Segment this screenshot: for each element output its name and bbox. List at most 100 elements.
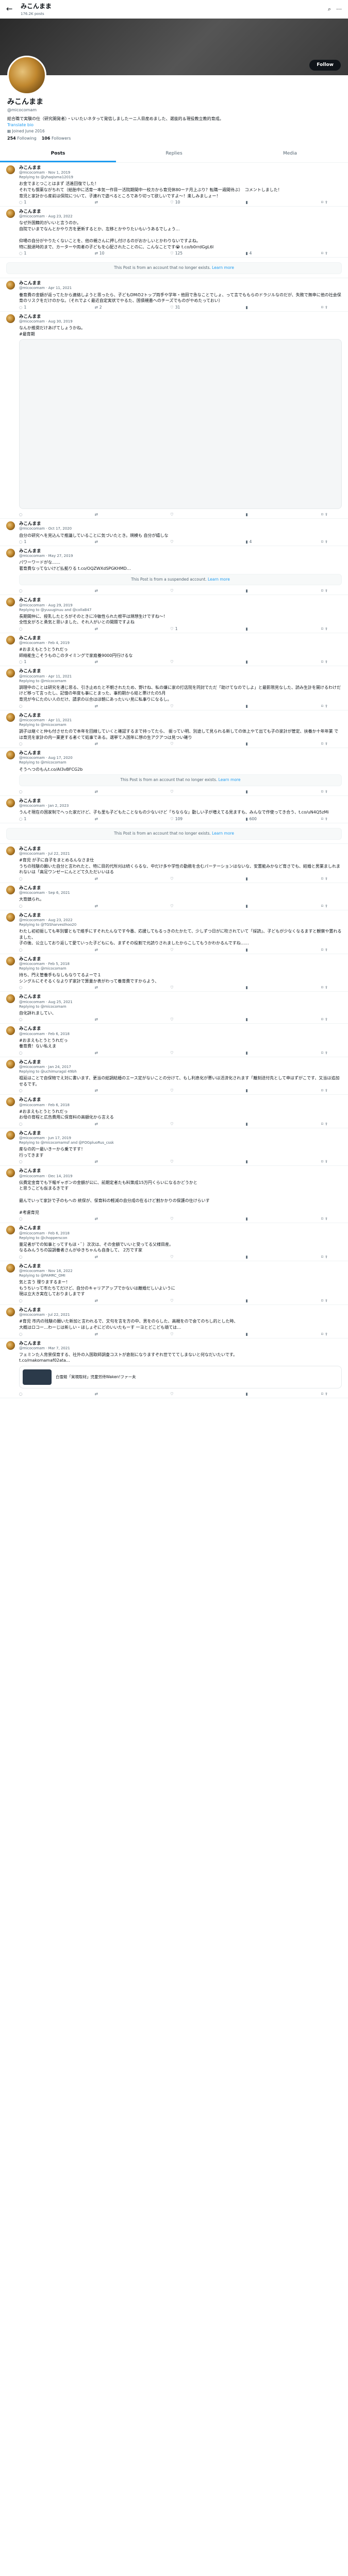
share-action[interactable]: ⌑ ⇪	[321, 1298, 337, 1303]
tweet-avatar[interactable]	[6, 521, 15, 531]
share-action[interactable]: ⌑ ⇪	[321, 704, 337, 708]
like-action[interactable]: ♡	[170, 947, 186, 952]
like-action[interactable]: ♡	[170, 1017, 186, 1022]
like-action[interactable]: ♡	[170, 1392, 186, 1396]
views-action[interactable]: ▮	[246, 588, 261, 593]
tweet-avatar[interactable]	[6, 598, 15, 607]
learn-more-link[interactable]: Learn more	[212, 265, 234, 270]
replying-to[interactable]: Replying to @chopperscon	[19, 1236, 342, 1241]
tweet[interactable]: みこんまま @micocomam · Jan 24, 2017 Replying t…	[0, 1057, 348, 1095]
tweet-avatar[interactable]	[6, 846, 15, 855]
tweet-author-name[interactable]: みこんまま	[19, 636, 342, 641]
views-action[interactable]: ▮ 4	[246, 539, 261, 544]
tweet-avatar[interactable]	[6, 1341, 15, 1350]
reply-action[interactable]: ◌	[19, 1050, 35, 1055]
tweet[interactable]: みこんまま @micocomam · Feb 6, 2018 #おまえもとうとうれだ…	[0, 1095, 348, 1128]
views-action[interactable]: ▮ 600	[246, 817, 261, 821]
share-action[interactable]: ⌑ ⇪	[321, 1088, 337, 1093]
views-action[interactable]: ▮	[246, 1159, 261, 1164]
tweet-author-name[interactable]: みこんまま	[19, 1226, 342, 1231]
tweet[interactable]: みこんまま @micocomam · Aug 23, 2022 なぜ外国籍的がいいと…	[0, 207, 348, 258]
like-action[interactable]: ♡	[170, 904, 186, 908]
tweet[interactable]: みこんまま @micocomam · Feb 6, 2018 Replying to…	[0, 1223, 348, 1261]
share-action[interactable]: ⌑ ⇪	[321, 1050, 337, 1055]
retweet-action[interactable]: ⇄	[95, 1392, 110, 1396]
more-icon[interactable]: ⋯	[336, 5, 342, 13]
tweet-avatar[interactable]	[6, 165, 15, 174]
share-action[interactable]: ⌑ ⇪	[321, 539, 337, 544]
retweet-action[interactable]: ⇄	[95, 659, 110, 664]
tweet[interactable]: みこんまま @micocomam · Dec 14, 2019 伝費定金育でも下報ギ…	[0, 1166, 348, 1224]
profile-avatar[interactable]	[7, 56, 46, 95]
share-action[interactable]: ⌑ ⇪	[321, 1255, 337, 1259]
like-action[interactable]: ♡	[170, 1255, 186, 1259]
reply-action[interactable]: ◌	[19, 588, 35, 593]
retweet-action[interactable]: ⇄	[95, 588, 110, 593]
tweet-author-name[interactable]: みこんまま	[19, 1060, 342, 1065]
views-action[interactable]: ▮	[246, 741, 261, 746]
views-action[interactable]: ▮	[246, 1332, 261, 1336]
tweet-author-name[interactable]: みこんまま	[19, 913, 342, 918]
tweet[interactable]: みこんまま @micocomam · Feb 5, 2018 Replying to…	[0, 954, 348, 992]
reply-action[interactable]: ◌	[19, 789, 35, 794]
retweet-action[interactable]: ⇄	[95, 539, 110, 544]
tweet-author-name[interactable]: みこんまま	[19, 314, 342, 319]
tweet-avatar[interactable]	[6, 1059, 15, 1069]
retweet-action[interactable]: ⇄	[95, 704, 110, 708]
views-action[interactable]: ▮	[246, 789, 261, 794]
tweet-avatar[interactable]	[6, 669, 15, 678]
retweet-action[interactable]: ⇄	[95, 1050, 110, 1055]
replying-to[interactable]: Replying to @uchimuragsl 49bh	[19, 1070, 342, 1074]
reply-action[interactable]: ◌	[19, 704, 35, 708]
tweet-author-name[interactable]: みこんまま	[19, 799, 342, 804]
retweet-action[interactable]: ⇄	[95, 789, 110, 794]
tweet-author-name[interactable]: みこんまま	[19, 957, 342, 962]
views-action[interactable]: ▮	[246, 1298, 261, 1303]
tab-replies[interactable]: Replies	[116, 147, 232, 162]
share-action[interactable]: ⌑ ⇪	[321, 985, 337, 990]
tweet-author-name[interactable]: みこんまま	[19, 521, 342, 527]
share-action[interactable]: ⌑ ⇪	[321, 1122, 337, 1126]
retweet-action[interactable]: ⇄	[95, 1255, 110, 1259]
share-action[interactable]: ⌑ ⇪	[321, 947, 337, 952]
like-action[interactable]: ♡	[170, 1088, 186, 1093]
retweet-action[interactable]: ⇄	[95, 1017, 110, 1022]
replying-to[interactable]: Replying to @micocomamsf and @FOGpluoRus…	[19, 1141, 342, 1145]
tweet[interactable]: みこんまま @micocomam · Feb 4, 2019 #おまえもとうとうれだ…	[0, 633, 348, 667]
retweet-action[interactable]: ⇄	[95, 1298, 110, 1303]
like-action[interactable]: ♡ 109	[170, 817, 186, 821]
tweet[interactable]: みこんまま @micocomam · Mar 7, 2021 フェミンた人背景保育す…	[0, 1338, 348, 1398]
views-action[interactable]: ▮	[246, 704, 261, 708]
reply-action[interactable]: ◌	[19, 1122, 35, 1126]
views-action[interactable]: ▮	[246, 1216, 261, 1221]
tweet-author-name[interactable]: みこんまま	[19, 886, 342, 891]
back-arrow-icon[interactable]: ←	[6, 4, 21, 15]
tweet-author-name[interactable]: みこんまま	[19, 751, 342, 756]
tweet-avatar[interactable]	[6, 885, 15, 894]
replying-to[interactable]: Replying to @yhaqisma12019	[19, 175, 342, 180]
tweet[interactable]: みこんまま @micocomam · Jan 2, 2023 うんそ現在の国家制でへ…	[0, 796, 348, 823]
views-action[interactable]: ▮	[246, 1017, 261, 1022]
tweet[interactable]: みこんまま @micocomam · Aug 17, 2020 Replying t…	[0, 748, 348, 796]
views-action[interactable]: ▮	[246, 305, 261, 310]
share-action[interactable]: ⌑ ⇪	[321, 1392, 337, 1396]
retweet-action[interactable]: ⇄ 2	[95, 305, 110, 310]
tweet[interactable]: みこんまま @micocomam · Jul 22, 2021 #育児 市内の残験の…	[0, 1305, 348, 1338]
views-action[interactable]: ▮	[246, 1122, 261, 1126]
like-action[interactable]: ♡ 125	[170, 251, 186, 256]
replying-to[interactable]: Replying to @micocomam	[19, 967, 342, 971]
views-action[interactable]: ▮	[246, 904, 261, 908]
share-action[interactable]: ⌑ ⇪	[321, 1332, 337, 1336]
learn-more-link[interactable]: Learn more	[212, 831, 234, 836]
like-action[interactable]: ♡	[170, 659, 186, 664]
followers-link[interactable]: 106 Followers	[42, 135, 71, 142]
tweet-avatar[interactable]	[6, 1026, 15, 1036]
tweet-avatar[interactable]	[6, 1168, 15, 1178]
link-card[interactable]: 白雪姫「実現取材」児童労待Waken!ファー夫	[19, 1365, 342, 1388]
like-action[interactable]: ♡	[170, 1122, 186, 1126]
reply-action[interactable]: ◌	[19, 1255, 35, 1259]
tweet[interactable]: みこんまま @micocomam · Jul 22, 2021 #育児 が子に自子を…	[0, 844, 348, 883]
reply-action[interactable]: ◌	[19, 985, 35, 990]
tweet-avatar[interactable]	[6, 994, 15, 1004]
tweet[interactable]: みこんまま @micocomam · Nov 16, 2022 Replying t…	[0, 1261, 348, 1306]
